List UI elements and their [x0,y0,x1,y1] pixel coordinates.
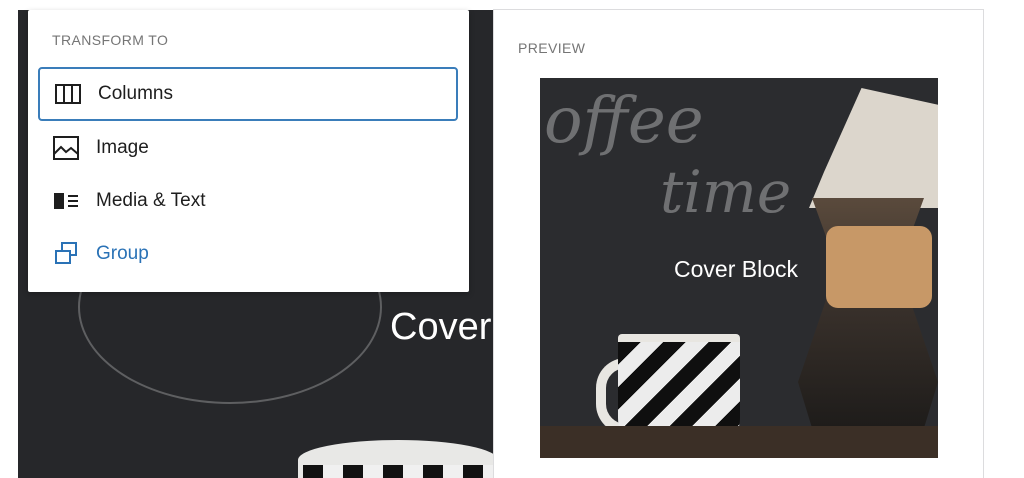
preview-label: PREVIEW [518,40,586,56]
transform-to-group[interactable]: Group [38,227,458,281]
coffee-filter-decoration [809,88,938,208]
group-label: Group [96,243,149,264]
chalk-word-time: time [660,158,792,226]
chalk-word-offee: offee [544,84,704,158]
shelf-decoration [540,426,938,458]
transform-menu-heading: TRANSFORM TO [52,32,169,48]
group-icon [52,240,80,268]
image-label: Image [96,137,149,158]
media-text-label: Media & Text [96,190,206,211]
cup-pattern-decoration [303,465,493,478]
transform-to-columns[interactable]: Columns [38,67,458,121]
wood-collar-decoration [826,226,932,308]
media-text-icon [52,187,80,215]
preview-cover-image: offee time Cover Block [540,78,938,458]
preview-cover-title: Cover Block [674,256,798,282]
image-icon [52,134,80,162]
preview-panel: PREVIEW offee time Cover Block [493,9,984,478]
columns-icon [54,80,82,108]
transform-to-media-text[interactable]: Media & Text [38,174,458,228]
editor-cover-title[interactable]: Cover [390,306,491,349]
transform-to-image[interactable]: Image [38,121,458,175]
transform-menu: TRANSFORM TO Columns Image Media & Text … [28,10,469,292]
columns-label: Columns [98,83,173,104]
